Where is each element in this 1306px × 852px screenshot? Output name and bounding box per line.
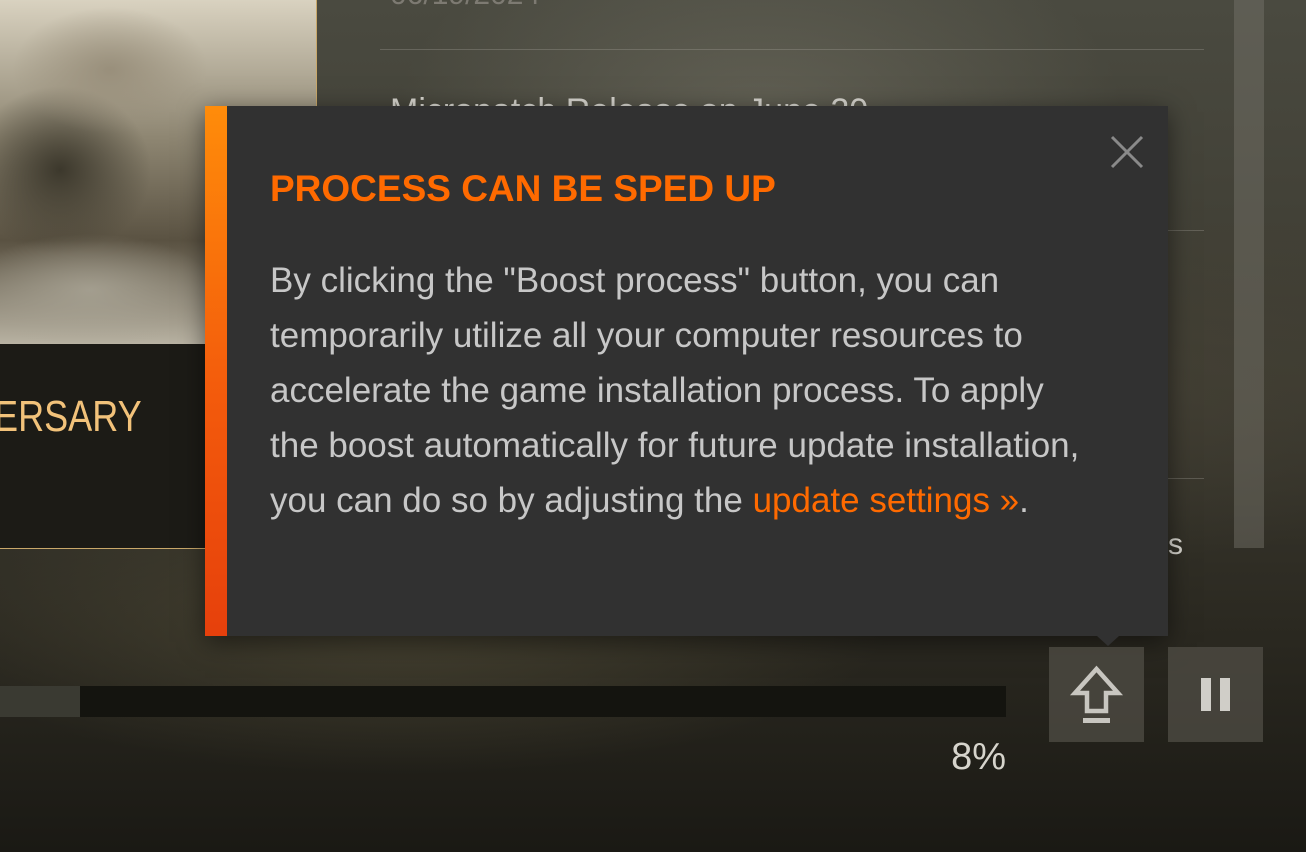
popup-accent-bar [205, 106, 227, 636]
news-card-title: ERSARY [0, 392, 142, 441]
update-settings-link[interactable]: update settings » [753, 481, 1020, 520]
close-button[interactable] [1103, 128, 1151, 176]
install-progress-fill [0, 686, 81, 717]
install-progress-percent: 8% [951, 736, 1006, 778]
popup-pointer [1097, 636, 1119, 646]
boost-tooltip-popup: PROCESS CAN BE SPED UP By clicking the "… [205, 106, 1168, 646]
close-icon [1110, 135, 1144, 169]
popup-body: By clicking the "Boost process" button, … [270, 253, 1100, 528]
news-divider [380, 49, 1204, 50]
pause-icon [1201, 678, 1230, 711]
pause-button[interactable] [1168, 647, 1263, 742]
arrow-up-icon [1069, 665, 1124, 723]
boost-process-button[interactable] [1049, 647, 1144, 742]
install-progress-bar [0, 686, 1006, 717]
popup-body-end: . [1019, 481, 1029, 520]
news-item-peek: s [1168, 528, 1183, 561]
popup-title: PROCESS CAN BE SPED UP [270, 168, 776, 209]
news-scrollbar[interactable] [1234, 0, 1264, 548]
news-item-date: 06/19/2024 [390, 0, 540, 12]
